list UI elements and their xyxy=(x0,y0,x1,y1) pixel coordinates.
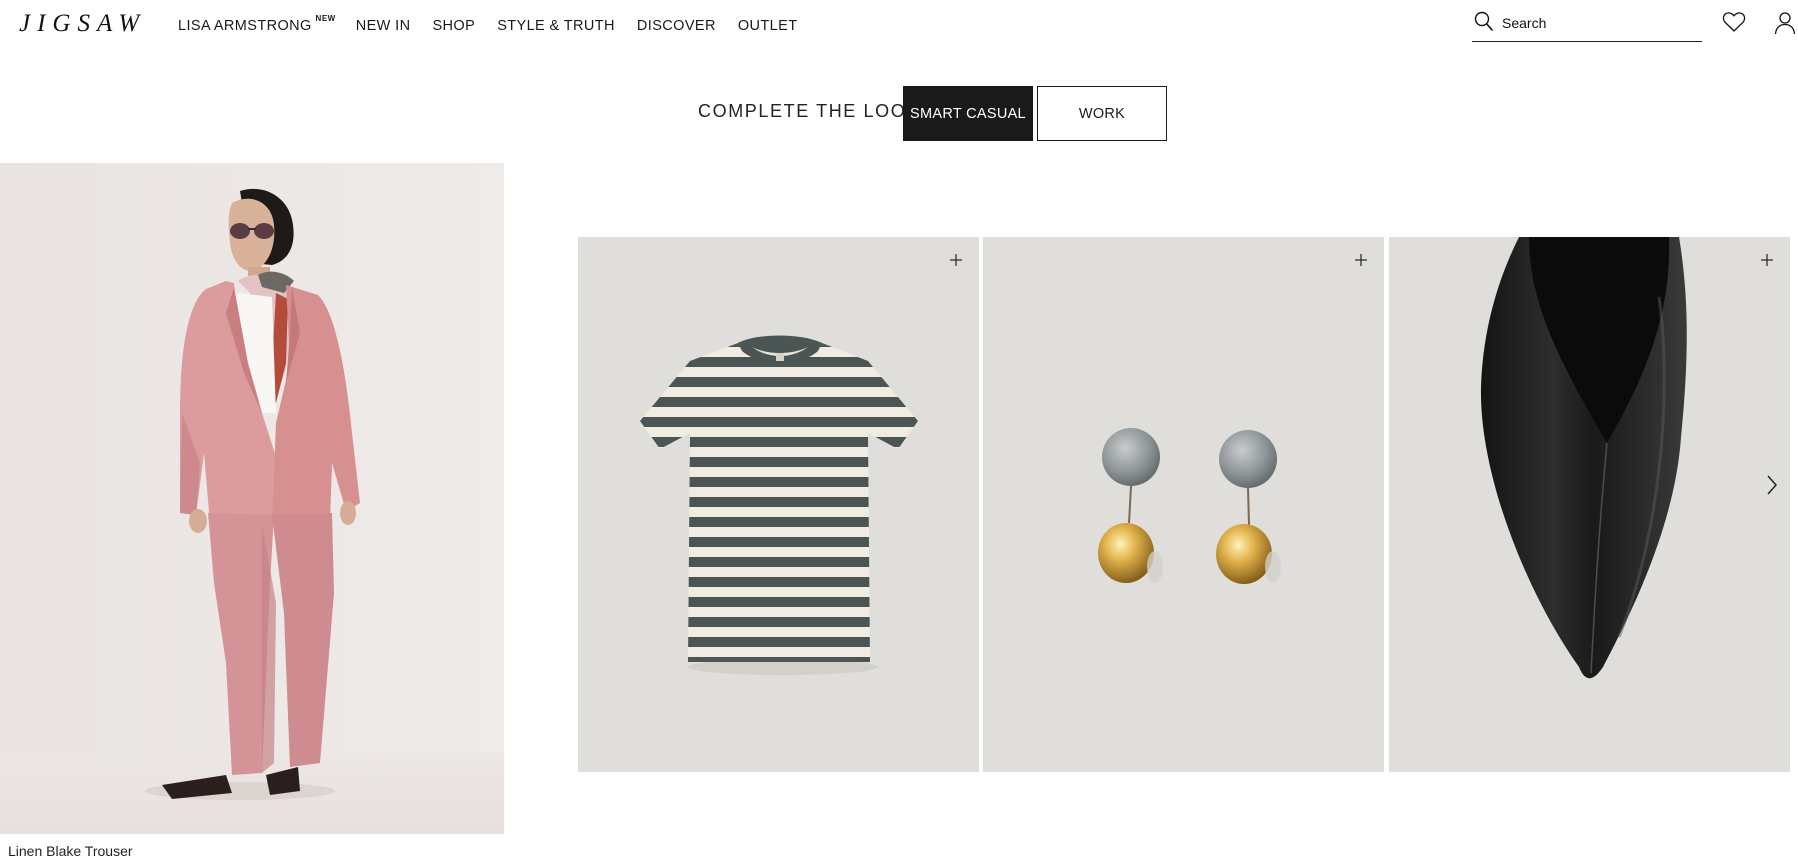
jigsaw-logo[interactable]: JIGSAW xyxy=(19,10,146,38)
plus-icon[interactable] xyxy=(948,252,964,268)
black-flat-image xyxy=(1480,237,1687,679)
nav-discover[interactable]: DISCOVER xyxy=(637,18,716,34)
nav-lisa-armstrong[interactable]: LISA ARMSTRONG NEW xyxy=(178,14,335,34)
main-nav: LISA ARMSTRONG NEW NEW IN SHOP STYLE & T… xyxy=(178,14,819,34)
striped-tee-image xyxy=(640,335,918,675)
product-card-striped-tee[interactable] xyxy=(578,237,979,772)
search-icon[interactable] xyxy=(1474,11,1494,33)
user-icon[interactable] xyxy=(1774,11,1796,35)
plus-icon[interactable] xyxy=(1759,252,1775,268)
heart-icon[interactable] xyxy=(1722,11,1746,33)
tab-smart-casual[interactable]: SMART CASUAL xyxy=(903,86,1033,141)
tab-work[interactable]: WORK xyxy=(1037,86,1167,141)
complete-the-look-heading: COMPLETE THE LOOK xyxy=(698,101,920,121)
ball-earrings-image xyxy=(1098,428,1281,584)
model-image[interactable] xyxy=(0,163,504,834)
product-card-ball-earrings[interactable] xyxy=(983,237,1384,772)
new-badge: NEW xyxy=(315,14,336,23)
model-caption[interactable]: Linen Blake Trouser xyxy=(8,843,133,859)
nav-shop[interactable]: SHOP xyxy=(432,18,475,34)
nav-outlet[interactable]: OUTLET xyxy=(738,18,798,34)
nav-style-truth[interactable]: STYLE & TRUTH xyxy=(497,18,615,34)
product-card-black-flat[interactable] xyxy=(1389,237,1790,772)
site-header: JIGSAW LISA ARMSTRONG NEW NEW IN SHOP ST… xyxy=(0,0,1798,52)
nav-lisa-armstrong-label: LISA ARMSTRONG xyxy=(178,18,312,34)
plus-icon[interactable] xyxy=(1353,252,1369,268)
nav-new-in[interactable]: NEW IN xyxy=(356,18,411,34)
search-input[interactable] xyxy=(1502,12,1697,34)
search-bar xyxy=(1472,8,1702,42)
chevron-right-icon[interactable] xyxy=(1765,473,1779,497)
